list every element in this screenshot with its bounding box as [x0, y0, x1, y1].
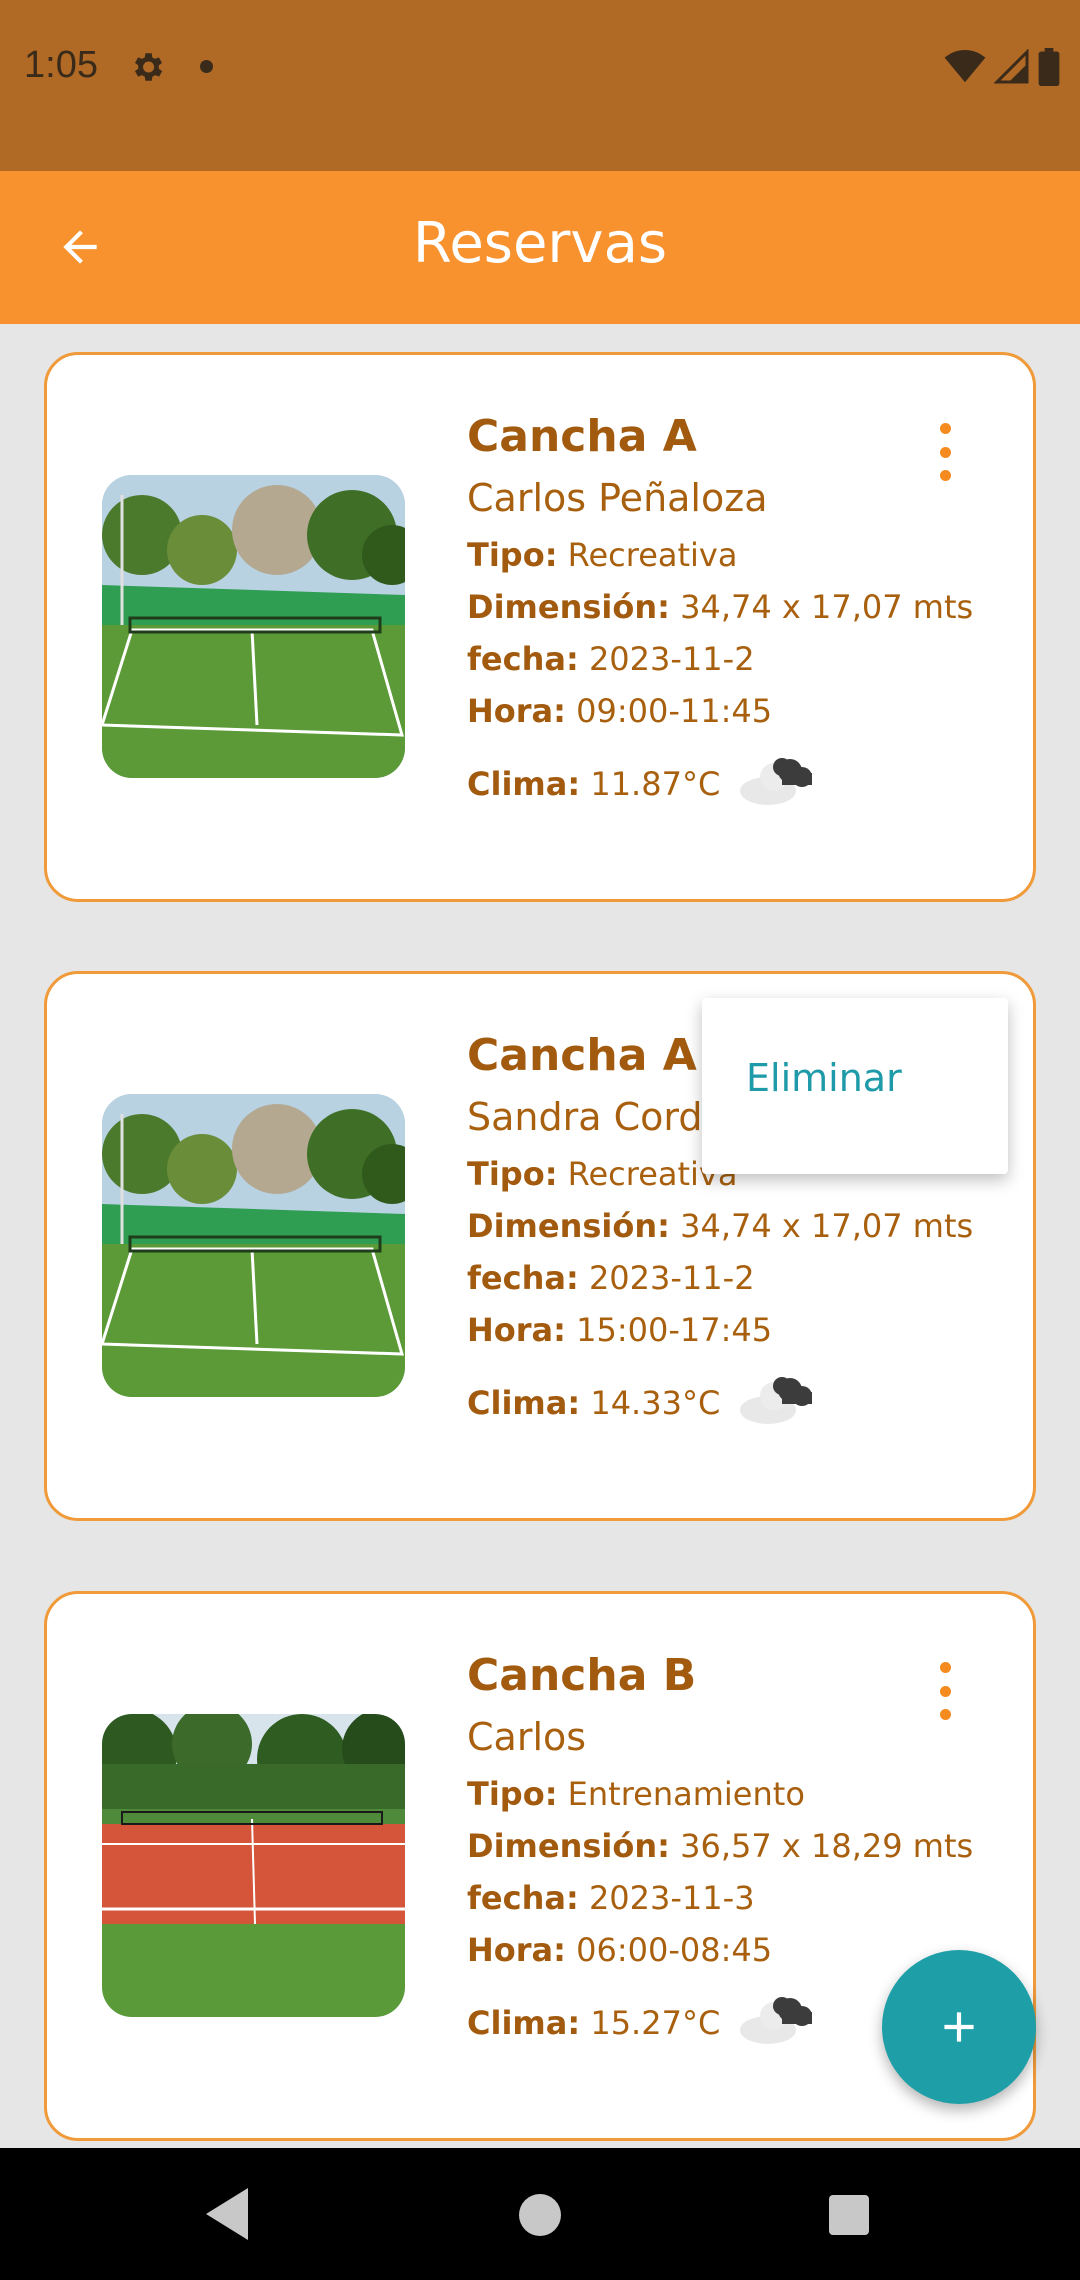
- fecha-row: fecha: 2023-11-2: [467, 640, 755, 678]
- overflow-menu-button[interactable]: [925, 1656, 965, 1726]
- customer-name: Carlos: [467, 1715, 587, 1759]
- cloudy-icon: [738, 1994, 818, 2052]
- reservation-info: Cancha A Carlos Peñaloza Tipo: Recreativ…: [467, 407, 987, 813]
- court-image: [102, 475, 405, 778]
- nav-back-icon[interactable]: [204, 2186, 250, 2246]
- tipo-row: Tipo: Entrenamiento: [467, 1775, 805, 1813]
- court-image: [102, 1094, 405, 1397]
- app-bar: Reservas: [0, 171, 1080, 324]
- page-title: Reservas: [412, 211, 668, 276]
- cloudy-icon: [738, 1374, 818, 1432]
- battery-icon: [1038, 48, 1060, 90]
- hora-row: Hora: 09:00-11:45: [467, 692, 773, 730]
- notification-dot: [200, 60, 213, 73]
- tipo-row: Tipo: Recreativa: [467, 536, 738, 574]
- navigation-bar: [0, 2148, 1080, 2280]
- popup-menu: Eliminar: [702, 998, 1008, 1174]
- settings-icon: [128, 48, 166, 90]
- status-bar: 1:05: [0, 0, 1080, 171]
- court-name: Cancha A: [467, 411, 697, 462]
- plus-icon: [944, 2012, 974, 2042]
- reservation-card[interactable]: Cancha A Carlos Peñaloza Tipo: Recreativ…: [44, 352, 1036, 902]
- overflow-menu-button[interactable]: [925, 417, 965, 487]
- court-image: [102, 1714, 405, 2017]
- nav-recents-icon[interactable]: [829, 2195, 869, 2235]
- hora-row: Hora: 15:00-17:45: [467, 1311, 773, 1349]
- delete-menu-item[interactable]: Eliminar: [746, 1056, 902, 1100]
- fecha-row: fecha: 2023-11-3: [467, 1879, 755, 1917]
- add-reservation-button[interactable]: [882, 1950, 1036, 2104]
- status-time: 1:05: [24, 44, 98, 86]
- cloudy-icon: [738, 755, 818, 813]
- dimension-row: Dimensión: 36,57 x 18,29 mts: [467, 1827, 974, 1865]
- wifi-icon: [944, 50, 986, 88]
- clima-row: Clima: 14.33°C: [467, 1374, 987, 1432]
- nav-home-icon[interactable]: [519, 2194, 561, 2236]
- fecha-row: fecha: 2023-11-2: [467, 1259, 755, 1297]
- dimension-row: Dimensión: 34,74 x 17,07 mts: [467, 588, 974, 626]
- status-icons: [944, 48, 1060, 90]
- dimension-row: Dimensión: 34,74 x 17,07 mts: [467, 1207, 974, 1245]
- signal-icon: [993, 48, 1030, 89]
- customer-name: Carlos Peñaloza: [467, 476, 768, 520]
- clima-row: Clima: 11.87°C: [467, 755, 987, 813]
- court-name: Cancha B: [467, 1650, 697, 1701]
- reservation-card[interactable]: Cancha B Carlos Tipo: Entrenamiento Dime…: [44, 1591, 1036, 2141]
